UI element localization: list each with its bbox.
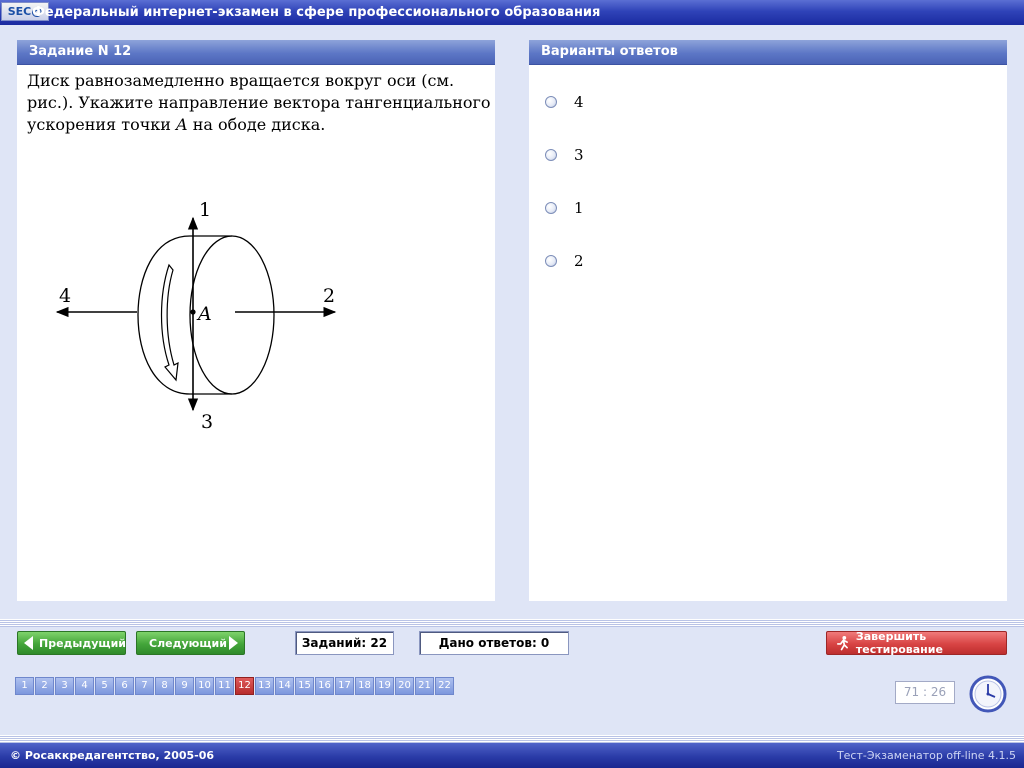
question-panel: Задание N 12 Диск равнозамедленно вращае…: [17, 40, 495, 601]
answer-label: 4: [574, 93, 584, 111]
radio-button[interactable]: [545, 202, 557, 214]
arrow-left-icon: [24, 636, 33, 650]
question-panel-header: Задание N 12: [17, 40, 495, 65]
answer-label: 1: [574, 199, 584, 217]
app-title: Федеральный интернет-экзамен в сфере про…: [32, 5, 601, 20]
label-4: 4: [59, 285, 71, 307]
radio-button[interactable]: [545, 255, 557, 267]
status-bar: © Росаккредагентство, 2005-06 Тест-Экзам…: [0, 743, 1024, 768]
answer-option[interactable]: 3: [545, 145, 584, 165]
page-button[interactable]: 21: [415, 677, 434, 695]
disk-figure: 1 2 3 4 A: [55, 199, 337, 433]
radio-button[interactable]: [545, 96, 557, 108]
running-man-icon: [836, 636, 848, 651]
page-button[interactable]: 15: [295, 677, 314, 695]
tasks-count: Заданий: 22: [295, 631, 394, 655]
finish-test-button[interactable]: Завершить тестирование: [826, 630, 1007, 656]
page-button[interactable]: 10: [195, 677, 214, 695]
page-button[interactable]: 16: [315, 677, 334, 695]
point-a: [190, 309, 196, 315]
page-button[interactable]: 7: [135, 677, 154, 695]
page-button[interactable]: 14: [275, 677, 294, 695]
page-button[interactable]: 19: [375, 677, 394, 695]
prev-button[interactable]: Предыдущий: [17, 631, 126, 655]
page-button[interactable]: 13: [255, 677, 274, 695]
point-variable: A: [176, 115, 188, 134]
question-pager: 1 2 3 4 5 6 7 8 9 10 11 12 13 14 15 16 1…: [15, 677, 455, 695]
next-button[interactable]: Следующий: [136, 631, 245, 655]
page-button[interactable]: 20: [395, 677, 414, 695]
answer-option[interactable]: 4: [545, 92, 584, 112]
page-button[interactable]: 6: [115, 677, 134, 695]
answers-given-count: Дано ответов: 0: [419, 631, 569, 655]
page-button[interactable]: 11: [215, 677, 234, 695]
arrow-right-icon: [229, 636, 238, 650]
label-a: A: [196, 303, 212, 325]
copyright-text: © Росаккредагентство, 2005-06: [10, 749, 215, 762]
page-button[interactable]: 4: [75, 677, 94, 695]
label-3: 3: [201, 411, 213, 433]
separator-stripes: [0, 619, 1024, 627]
timer-display: 71 : 26: [895, 681, 955, 704]
label-1: 1: [199, 199, 211, 221]
answers-panel-header: Варианты ответов: [529, 40, 1007, 65]
answers-panel: Варианты ответов 4 3 1 2: [529, 40, 1007, 601]
answer-label: 2: [574, 252, 584, 270]
version-text: Тест-Экзаменатор off-line 4.1.5: [836, 749, 1016, 762]
page-button[interactable]: 8: [155, 677, 174, 695]
page-button[interactable]: 3: [55, 677, 74, 695]
radio-button[interactable]: [545, 149, 557, 161]
answer-label: 3: [574, 146, 584, 164]
clock-icon: [969, 675, 1007, 713]
page-button[interactable]: 22: [435, 677, 454, 695]
answer-option[interactable]: 1: [545, 198, 584, 218]
page-button[interactable]: 2: [35, 677, 54, 695]
page-button[interactable]: 1: [15, 677, 34, 695]
page-button[interactable]: 9: [175, 677, 194, 695]
page-button[interactable]: 17: [335, 677, 354, 695]
rotation-arrow: [160, 263, 179, 382]
footer-stripes: [0, 735, 1024, 743]
question-text: Диск равнозамедленно вращается вокруг ос…: [27, 71, 491, 134]
answer-option[interactable]: 2: [545, 251, 584, 271]
label-2: 2: [323, 285, 335, 307]
page-button-current[interactable]: 12: [235, 677, 254, 695]
page-button[interactable]: 18: [355, 677, 374, 695]
page-button[interactable]: 5: [95, 677, 114, 695]
title-bar: SEC@ Федеральный интернет-экзамен в сфер…: [0, 0, 1024, 25]
